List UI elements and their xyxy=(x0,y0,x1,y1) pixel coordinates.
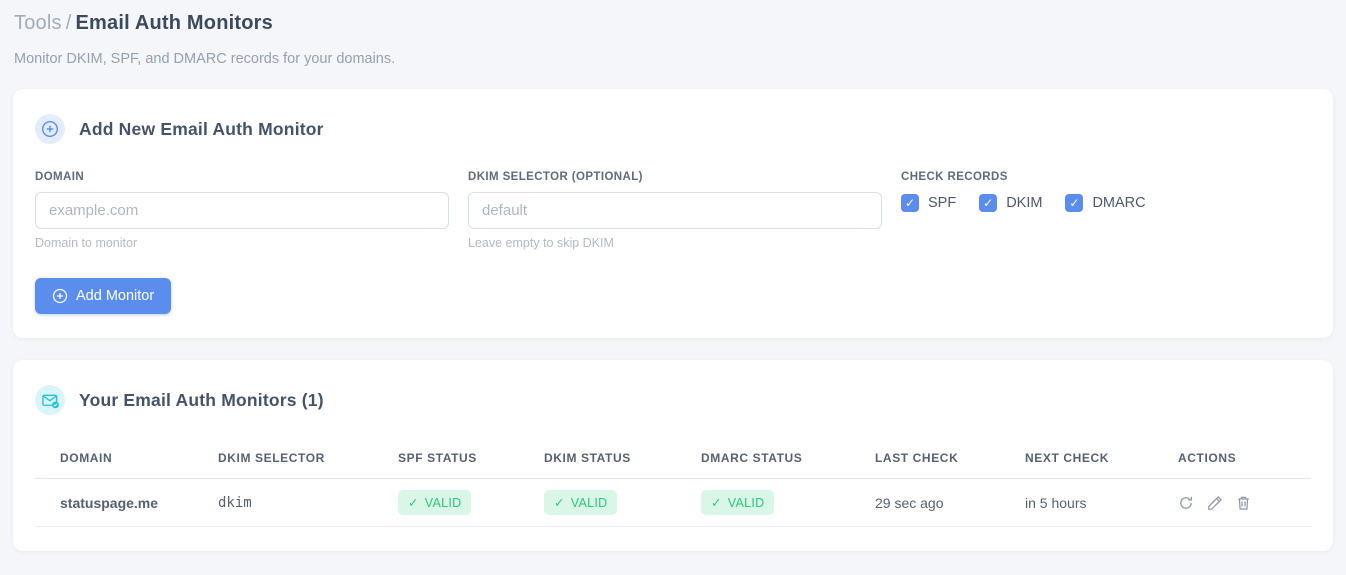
cell-dkim-selector: dkim xyxy=(210,478,390,527)
dkim-selector-field-helper: Leave empty to skip DKIM xyxy=(468,236,614,250)
check-records-label: CHECK RECORDS xyxy=(901,171,1008,183)
add-monitor-card-title: Add New Email Auth Monitor xyxy=(79,118,324,139)
dkim-status-text: VALID xyxy=(570,495,608,510)
check-records-options: ✓ SPF ✓ DKIM ✓ DMARC xyxy=(901,194,1311,212)
add-monitor-card-header: Add New Email Auth Monitor xyxy=(35,114,1311,144)
dmarc-checkbox-option[interactable]: ✓ DMARC xyxy=(1065,194,1146,212)
dmarc-status-text: VALID xyxy=(727,495,765,510)
check-icon: ✓ xyxy=(408,496,419,510)
row-actions xyxy=(1178,495,1303,511)
dkim-checkbox[interactable]: ✓ xyxy=(979,194,998,212)
spf-status-badge: ✓ VALID xyxy=(398,490,472,515)
cell-dmarc-status: ✓ VALID xyxy=(693,478,867,527)
breadcrumb-tools-link[interactable]: Tools xyxy=(14,12,62,34)
monitors-card-header: Your Email Auth Monitors (1) xyxy=(35,385,1311,415)
add-monitor-card: Add New Email Auth Monitor DOMAIN Domain… xyxy=(13,89,1333,338)
delete-trash-button[interactable] xyxy=(1236,495,1251,511)
spf-status-text: VALID xyxy=(424,495,462,510)
page-subtitle: Monitor DKIM, SPF, and DMARC records for… xyxy=(14,51,396,67)
check-records-group: CHECK RECORDS ✓ SPF ✓ DKIM ✓ DMARC xyxy=(901,171,1311,250)
dkim-status-badge: ✓ VALID xyxy=(544,490,618,515)
table-row: statuspage.me dkim ✓ VALID ✓ VALID ✓ VAL… xyxy=(35,478,1311,527)
edit-pencil-button[interactable] xyxy=(1207,495,1223,511)
add-monitor-form: DOMAIN Domain to monitor DKIM SELECTOR (… xyxy=(35,171,1311,250)
breadcrumb-separator: / xyxy=(65,12,72,34)
spf-checkbox-label: SPF xyxy=(928,195,957,211)
header-dkim-selector: DKIM SELECTOR xyxy=(210,439,390,479)
cell-dkim-status: ✓ VALID xyxy=(536,478,693,527)
page-title: Email Auth Monitors xyxy=(75,12,273,34)
domain-field-label: DOMAIN xyxy=(35,171,85,183)
cell-spf-status: ✓ VALID xyxy=(390,478,536,527)
cell-next-check: in 5 hours xyxy=(1017,478,1170,527)
cell-last-check: 29 sec ago xyxy=(867,478,1017,527)
dkim-checkbox-option[interactable]: ✓ DKIM xyxy=(979,194,1042,212)
breadcrumb: Tools / Email Auth Monitors xyxy=(13,12,1333,35)
check-icon: ✓ xyxy=(554,496,565,510)
dmarc-checkbox[interactable]: ✓ xyxy=(1065,194,1084,212)
domain-field-helper: Domain to monitor xyxy=(35,236,138,250)
monitors-table: DOMAIN DKIM SELECTOR SPF STATUS DKIM STA… xyxy=(35,439,1311,527)
domain-input[interactable] xyxy=(35,192,449,229)
dkim-selector-input[interactable] xyxy=(468,192,882,229)
header-dmarc-status: DMARC STATUS xyxy=(693,439,867,479)
header-spf-status: SPF STATUS xyxy=(390,439,536,479)
header-dkim-status: DKIM STATUS xyxy=(536,439,693,479)
spf-checkbox-option[interactable]: ✓ SPF xyxy=(901,194,956,212)
header-last-check: LAST CHECK xyxy=(867,439,1017,479)
dkim-selector-field-label: DKIM SELECTOR (OPTIONAL) xyxy=(468,171,643,183)
monitors-card-title: Your Email Auth Monitors (1) xyxy=(79,389,324,410)
dkim-checkbox-label: DKIM xyxy=(1006,195,1043,211)
check-icon: ✓ xyxy=(711,496,722,510)
cell-actions xyxy=(1170,478,1311,527)
table-header-row: DOMAIN DKIM SELECTOR SPF STATUS DKIM STA… xyxy=(35,439,1311,479)
plus-circle-icon xyxy=(35,114,65,144)
add-monitor-button[interactable]: Add Monitor xyxy=(35,278,172,314)
spf-checkbox[interactable]: ✓ xyxy=(901,194,919,212)
header-next-check: NEXT CHECK xyxy=(1017,439,1170,479)
header-actions: ACTIONS xyxy=(1170,439,1311,479)
monitors-card: Your Email Auth Monitors (1) DOMAIN DKIM… xyxy=(13,360,1333,551)
dmarc-status-badge: ✓ VALID xyxy=(701,490,775,515)
cell-domain: statuspage.me xyxy=(35,478,210,527)
domain-field-group: DOMAIN Domain to monitor xyxy=(35,171,449,250)
dmarc-checkbox-label: DMARC xyxy=(1092,195,1146,211)
email-check-icon xyxy=(35,385,65,415)
add-monitor-button-label: Add Monitor xyxy=(76,288,155,304)
plus-circle-icon xyxy=(52,288,68,304)
dkim-selector-field-group: DKIM SELECTOR (OPTIONAL) Leave empty to … xyxy=(468,171,882,250)
page: Tools / Email Auth Monitors Monitor DKIM, … xyxy=(0,0,1346,551)
header-domain: DOMAIN xyxy=(35,439,210,479)
refresh-button[interactable] xyxy=(1178,495,1194,511)
